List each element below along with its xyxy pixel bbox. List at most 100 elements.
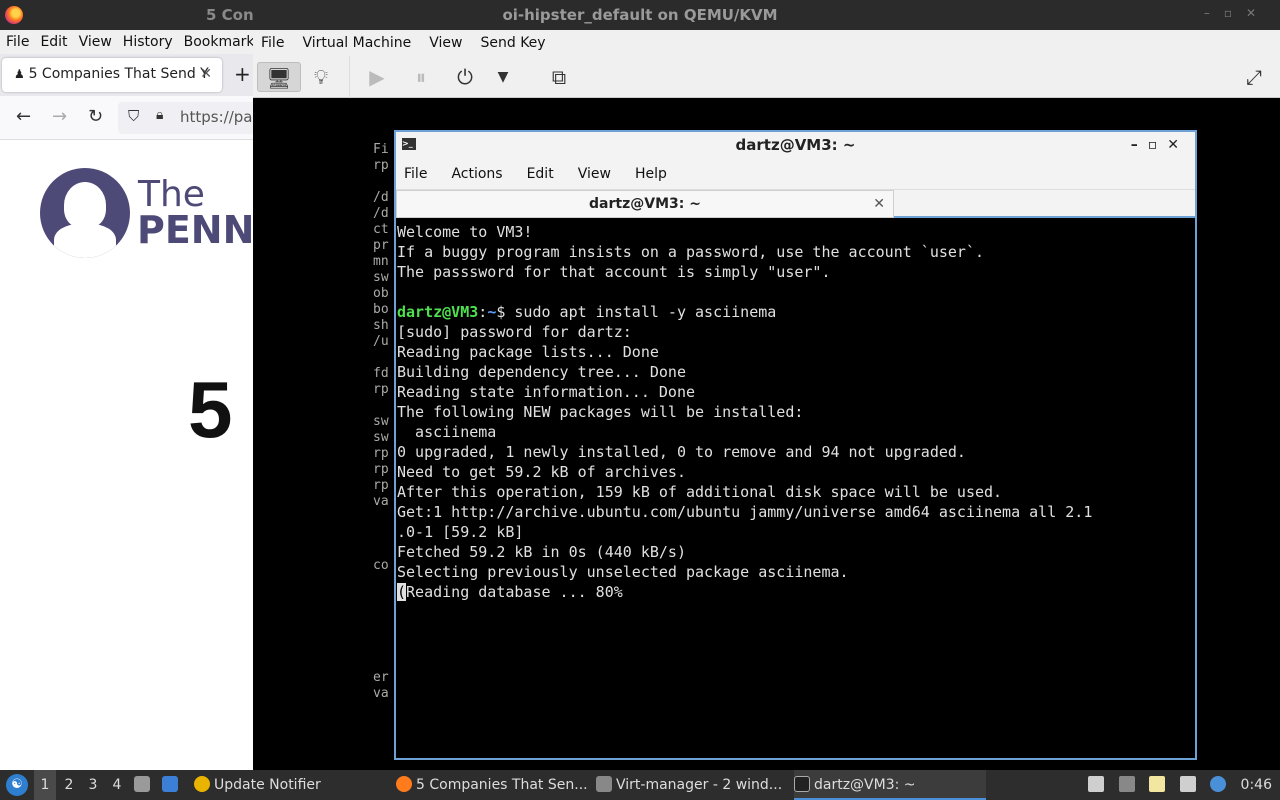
- task-firefox[interactable]: 5 Companies That Sen...: [396, 770, 592, 800]
- terminal-line: After this operation, 159 kB of addition…: [397, 483, 1003, 501]
- terminal-line: Selecting previously unselected package …: [397, 563, 849, 581]
- workspace-4[interactable]: 4: [106, 770, 128, 800]
- console-line: sh: [373, 318, 389, 333]
- shield-icon[interactable]: ⛉: [128, 107, 139, 125]
- console-line: ct: [373, 222, 389, 237]
- terminal-line: Building dependency tree... Done: [397, 363, 686, 381]
- workspace-2[interactable]: 2: [58, 770, 80, 800]
- new-tab-icon[interactable]: +: [234, 62, 251, 86]
- start-menu-icon[interactable]: ☯: [6, 774, 28, 796]
- file-manager-icon[interactable]: [134, 770, 154, 800]
- task-terminal[interactable]: dartz@VM3: ~: [794, 770, 986, 800]
- prompt-line: dartz@VM3:~$ sudo apt install -y asciine…: [397, 303, 777, 321]
- terminal-window-title: dartz@VM3: ~: [735, 136, 856, 154]
- penny-hoarder-logo-icon[interactable]: [40, 168, 130, 258]
- power-icon[interactable]: ⏻: [449, 62, 481, 92]
- firefox-menubar: File Edit View History Bookmarks: [0, 30, 253, 54]
- console-line: co: [373, 558, 389, 573]
- term-menu-file[interactable]: File: [404, 166, 427, 182]
- terminal-icon: >_: [402, 138, 416, 150]
- terminal-line: [sudo] password for dartz:: [397, 323, 632, 341]
- show-desktop-icon[interactable]: [162, 770, 182, 800]
- top-title-bar: 5 Con oi-hipster_default on QEMU/KVM –▫✕: [0, 0, 1280, 30]
- terminal-menubar: File Actions Edit View Help: [396, 158, 1195, 190]
- terminal-window-controls[interactable]: –▫✕: [1131, 132, 1189, 158]
- console-line: rp: [373, 478, 389, 493]
- terminal-line: Fetched 59.2 kB in 0s (440 kB/s): [397, 543, 686, 561]
- url-text: https://pa: [180, 108, 253, 126]
- window-controls[interactable]: –▫✕: [1204, 6, 1270, 20]
- menu-history[interactable]: History: [123, 34, 173, 50]
- console-line: rp: [373, 382, 389, 397]
- notes-icon[interactable]: [1149, 776, 1166, 792]
- network-icon[interactable]: [1179, 776, 1196, 792]
- clipboard-icon[interactable]: [1088, 776, 1105, 792]
- back-arrow-icon[interactable]: ←: [16, 106, 31, 127]
- terminal-line: Reading package lists... Done: [397, 343, 659, 361]
- console-line: /d: [373, 190, 389, 205]
- clock[interactable]: 0:46: [1241, 777, 1272, 793]
- term-menu-actions[interactable]: Actions: [451, 166, 502, 182]
- info-icon[interactable]: [1210, 776, 1227, 792]
- run-play-icon[interactable]: ▶: [361, 62, 393, 92]
- virt-manager-window: File Virtual Machine View Send Key 🖥︎ 💡︎…: [253, 30, 1280, 770]
- terminal-line: Welcome to VM3!: [397, 223, 533, 241]
- task-update-notifier[interactable]: Update Notifier: [194, 770, 390, 800]
- console-monitor-icon[interactable]: 🖥︎: [257, 62, 301, 92]
- welcome-lines: Welcome to VM3! If a buggy program insist…: [397, 222, 1195, 302]
- logo-name-text: PENNY: [137, 208, 253, 252]
- terminal-titlebar[interactable]: >_ dartz@VM3: ~ –▫✕: [396, 132, 1195, 158]
- close-tab-icon[interactable]: ✕: [200, 66, 212, 82]
- console-line: rp: [373, 446, 389, 461]
- firefox-page-content: The PENNY 5: [0, 140, 253, 770]
- task-virt-manager[interactable]: Virt-manager - 2 wind...: [596, 770, 792, 800]
- menu-edit[interactable]: Edit: [40, 34, 67, 50]
- term-menu-view[interactable]: View: [578, 166, 611, 182]
- browser-tab[interactable]: ♟ 5 Companies That Send Y ✕: [2, 58, 222, 92]
- console-line: /d: [373, 206, 389, 221]
- url-bar[interactable]: ⛉ 🔒︎ https://pa: [118, 102, 253, 134]
- virt-toolbar: 🖥︎ 💡︎ ▶ ⏸ ⏻ ▼ ⧉ ⤢: [253, 56, 1280, 98]
- terminal-line: asciinema: [397, 423, 497, 441]
- lightbulb-details-icon[interactable]: 💡︎: [305, 62, 337, 92]
- fullscreen-expand-icon[interactable]: ⤢: [1238, 62, 1270, 92]
- snapshots-icon[interactable]: ⧉: [543, 62, 575, 92]
- workspace-1[interactable]: 1: [34, 770, 56, 800]
- term-menu-help[interactable]: Help: [635, 166, 667, 182]
- workspace-3[interactable]: 3: [82, 770, 104, 800]
- reload-icon[interactable]: ↻: [88, 106, 103, 127]
- vm-display[interactable]: Fi rp /d/d ct pr mn sw ob bo sh/u fd rp sw sw rp rp r…: [253, 98, 1280, 770]
- system-tray: 0:46: [1088, 770, 1272, 800]
- virt-menu-send-key[interactable]: Send Key: [480, 35, 545, 51]
- terminal-line: Reading state information... Done: [397, 383, 696, 401]
- close-tab-icon[interactable]: ✕: [873, 191, 885, 217]
- virt-menu-file[interactable]: File: [261, 35, 284, 51]
- pause-icon[interactable]: ⏸: [405, 62, 437, 92]
- virt-menu-view[interactable]: View: [429, 35, 462, 51]
- terminal-output[interactable]: Welcome to VM3! If a buggy program insist…: [396, 220, 1195, 758]
- terminal-line: The passsword for that account is simply…: [397, 263, 831, 281]
- mute-volume-icon[interactable]: [1118, 776, 1135, 792]
- console-line: sw: [373, 270, 389, 285]
- tab-title: 5 Companies That Send Y: [28, 66, 209, 82]
- power-dropdown-chevron-down-icon[interactable]: ▼: [487, 62, 519, 92]
- virt-menu-virtual-machine[interactable]: Virtual Machine: [302, 35, 411, 51]
- terminal-window[interactable]: >_ dartz@VM3: ~ –▫✕ File Actions Edit Vi…: [394, 130, 1197, 760]
- menu-view[interactable]: View: [79, 34, 112, 50]
- headline-digit: 5: [188, 365, 233, 454]
- update-notifier-icon: [194, 776, 210, 792]
- terminal-icon: [794, 776, 810, 792]
- console-line: /u: [373, 334, 389, 349]
- menu-file[interactable]: File: [6, 34, 29, 50]
- menu-bookmarks[interactable]: Bookmarks: [184, 34, 253, 50]
- terminal-line: .0-1 [59.2 kB]: [397, 523, 524, 541]
- forward-arrow-icon[interactable]: →: [52, 106, 67, 127]
- term-menu-edit[interactable]: Edit: [527, 166, 554, 182]
- terminal-tab[interactable]: dartz@VM3: ~ ✕: [396, 190, 894, 218]
